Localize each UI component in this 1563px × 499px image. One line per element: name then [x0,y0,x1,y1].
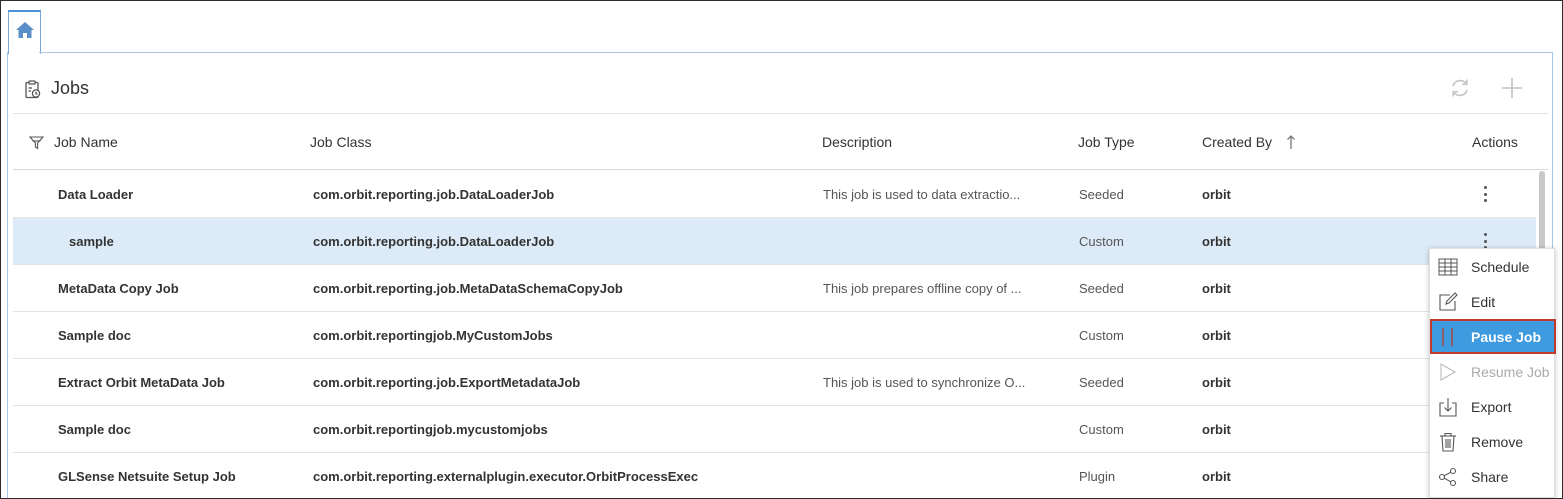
job-name-cell: Sample doc [58,328,131,343]
job-type-cell: Custom [1079,422,1124,437]
menu-item-share[interactable]: Share [1430,459,1556,494]
job-type-cell: Plugin [1079,469,1116,484]
home-icon [15,22,34,38]
table-row-selected[interactable]: sample com.orbit.reporting.job.DataLoade… [13,218,1536,265]
menu-item-schedule[interactable]: Schedule [1430,249,1556,284]
job-class-cell: com.orbit.reportingjob.MyCustomJobs [313,328,553,343]
job-class-cell: com.orbit.reporting.job.MetaDataSchemaCo… [313,281,623,296]
row-context-menu: Schedule Edit Pause Job Resume Job Expor… [1429,248,1556,498]
description-cell: This job is used to synchronize O... [823,375,1026,390]
menu-item-edit[interactable]: Edit [1430,284,1556,319]
table-row[interactable]: Data Loader com.orbit.reporting.job.Data… [13,171,1536,218]
created-by-cell: orbit [1202,422,1231,437]
created-by-cell: orbit [1202,234,1231,249]
refresh-icon [1452,79,1468,97]
menu-item-label: Schedule [1471,259,1530,275]
menu-item-label: Edit [1471,294,1496,310]
job-name-cell: Data Loader [58,187,134,202]
job-name-cell: Sample doc [58,422,131,437]
edit-icon [1438,292,1458,312]
plus-icon [1502,78,1522,98]
tab-underline [39,52,1553,53]
description-cell: This job is used to data extractio... [823,187,1021,202]
job-type-cell: Seeded [1079,375,1124,390]
tab-home[interactable] [8,10,41,54]
menu-item-resume-job[interactable]: Resume Job [1430,354,1556,389]
job-name-cell: Extract Orbit MetaData Job [58,375,225,390]
job-name-cell: GLSense Netsuite Setup Job [58,469,236,484]
refresh-button[interactable] [1448,76,1472,100]
trash-icon [1438,432,1458,452]
job-name-cell: sample [69,234,114,249]
filter-icon[interactable] [28,136,45,155]
jobs-window: Jobs Job Name Job Class Description Job … [0,0,1563,499]
column-job-class[interactable]: Job Class [310,134,371,150]
menu-item-remove[interactable]: Remove [1430,424,1556,459]
job-type-cell: Seeded [1079,187,1124,202]
sort-ascending-icon[interactable] [1286,134,1296,155]
job-class-cell: com.orbit.reporting.job.ExportMetadataJo… [313,375,581,390]
export-icon [1438,397,1458,417]
menu-item-label: Export [1471,399,1512,415]
add-job-button[interactable] [1500,76,1524,100]
created-by-cell: orbit [1202,187,1231,202]
created-by-cell: orbit [1202,375,1231,390]
job-class-cell: com.orbit.reporting.job.DataLoaderJob [313,234,555,249]
menu-item-label: Pause Job [1471,329,1542,345]
job-class-cell: com.orbit.reportingjob.mycustomjobs [313,422,548,437]
table-row[interactable]: Sample doc com.orbit.reportingjob.mycust… [13,406,1536,453]
clipboard-clock-icon [25,80,41,104]
pause-icon [1438,327,1458,347]
column-actions: Actions [1472,134,1518,150]
menu-item-label: Remove [1471,434,1524,450]
job-type-cell: Seeded [1079,281,1124,296]
created-by-cell: orbit [1202,328,1231,343]
table-row[interactable]: MetaData Copy Job com.orbit.reporting.jo… [13,265,1536,312]
menu-item-label: Share [1471,469,1509,485]
tab-bar [2,2,1562,54]
calendar-grid-icon [1438,257,1458,277]
column-created-by[interactable]: Created By [1202,134,1272,150]
table-header: Job Name Job Class Description Job Type … [13,115,1548,170]
jobs-header: Jobs [13,64,1548,114]
table-row[interactable]: Sample doc com.orbit.reportingjob.MyCust… [13,312,1536,359]
menu-item-label: Resume Job [1471,364,1550,380]
play-icon [1438,362,1458,382]
table-row[interactable]: GLSense Netsuite Setup Job com.orbit.rep… [13,453,1536,499]
job-class-cell: com.orbit.reporting.job.DataLoaderJob [313,187,555,202]
column-job-type[interactable]: Job Type [1078,134,1135,150]
description-cell: This job prepares offline copy of ... [823,281,1022,296]
job-class-cell: com.orbit.reporting.externalplugin.execu… [313,469,699,484]
created-by-cell: orbit [1202,469,1231,484]
job-type-cell: Custom [1079,328,1124,343]
job-name-cell: MetaData Copy Job [58,281,179,296]
column-description[interactable]: Description [822,134,892,150]
column-job-name[interactable]: Job Name [54,134,118,150]
page-title: Jobs [51,78,90,98]
table-row[interactable]: Extract Orbit MetaData Job com.orbit.rep… [13,359,1536,406]
share-icon [1438,467,1458,487]
job-type-cell: Custom [1079,234,1124,249]
row-actions-button[interactable] [1479,184,1491,204]
menu-item-export[interactable]: Export [1430,389,1556,424]
panel-left-border [7,52,8,498]
menu-item-pause-job[interactable]: Pause Job [1430,319,1556,354]
created-by-cell: orbit [1202,281,1231,296]
